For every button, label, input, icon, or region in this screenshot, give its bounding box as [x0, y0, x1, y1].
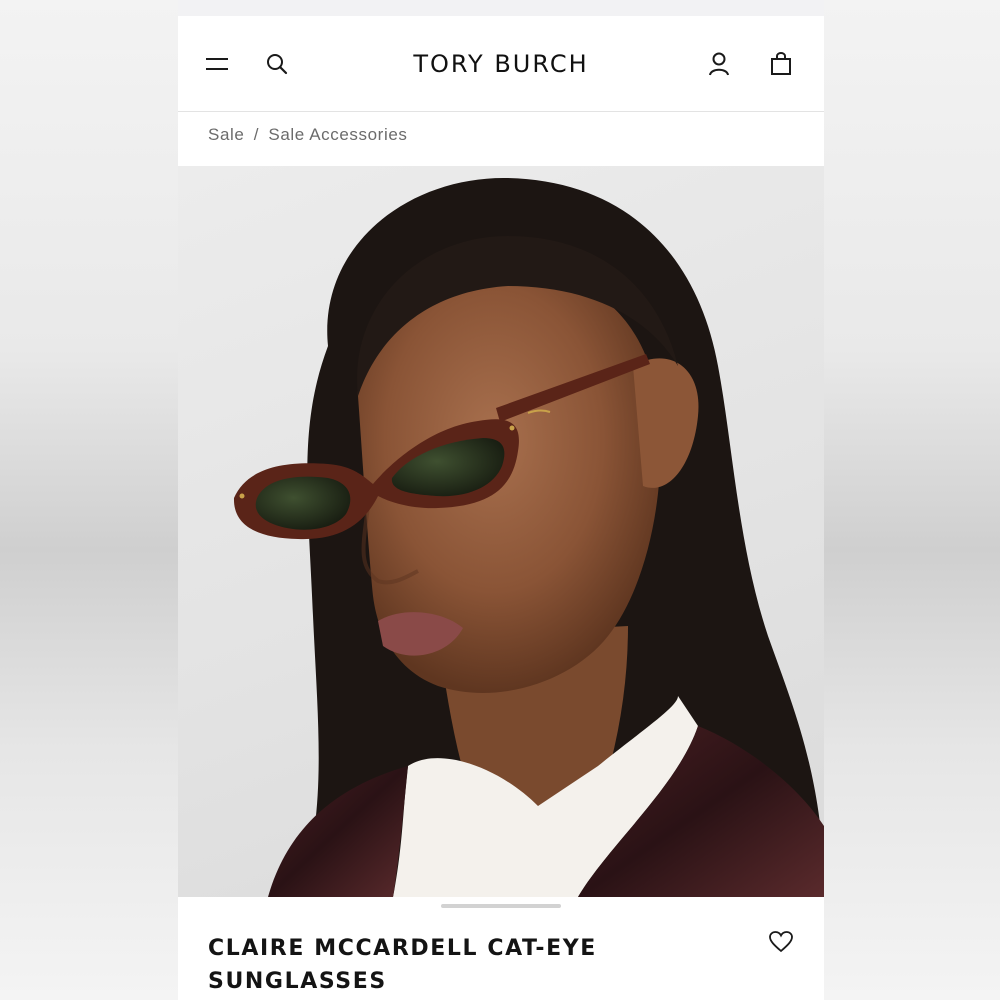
search-button[interactable]: [262, 49, 292, 79]
product-image[interactable]: [178, 166, 824, 897]
account-button[interactable]: [704, 49, 734, 79]
breadcrumb-separator: /: [253, 125, 260, 144]
site-header: TORY BURCH: [178, 16, 824, 112]
status-bar: [178, 0, 824, 16]
left-backdrop: [0, 0, 178, 1000]
product-title-line-2: SUNGLASSES: [208, 969, 387, 994]
heart-icon: [769, 931, 793, 953]
menu-button[interactable]: [202, 49, 232, 79]
product-title-line-1: CLAIRE MCCARDELL CAT-EYE: [208, 936, 597, 961]
breadcrumb-item-sale-accessories[interactable]: Sale Accessories: [268, 125, 407, 144]
breadcrumb: Sale / Sale Accessories: [208, 125, 407, 145]
wishlist-button[interactable]: [768, 930, 798, 958]
product-title: CLAIRE MCCARDELL CAT-EYE SUNGLASSES: [208, 932, 708, 998]
shopping-bag-icon: [771, 52, 791, 75]
mobile-page: TORY BURCH Sale / Sale Accessories CLAIR…: [178, 0, 824, 1000]
hamburger-menu-icon: [206, 58, 228, 70]
right-backdrop: [823, 0, 1000, 1000]
shopping-bag-button[interactable]: [766, 49, 796, 79]
model-photo: [233, 177, 824, 897]
drawer-handle[interactable]: [441, 904, 561, 908]
user-account-icon: [709, 52, 729, 76]
brand-logo[interactable]: TORY BURCH: [328, 44, 674, 84]
breadcrumb-item-sale[interactable]: Sale: [208, 125, 244, 144]
search-icon: [267, 54, 288, 75]
